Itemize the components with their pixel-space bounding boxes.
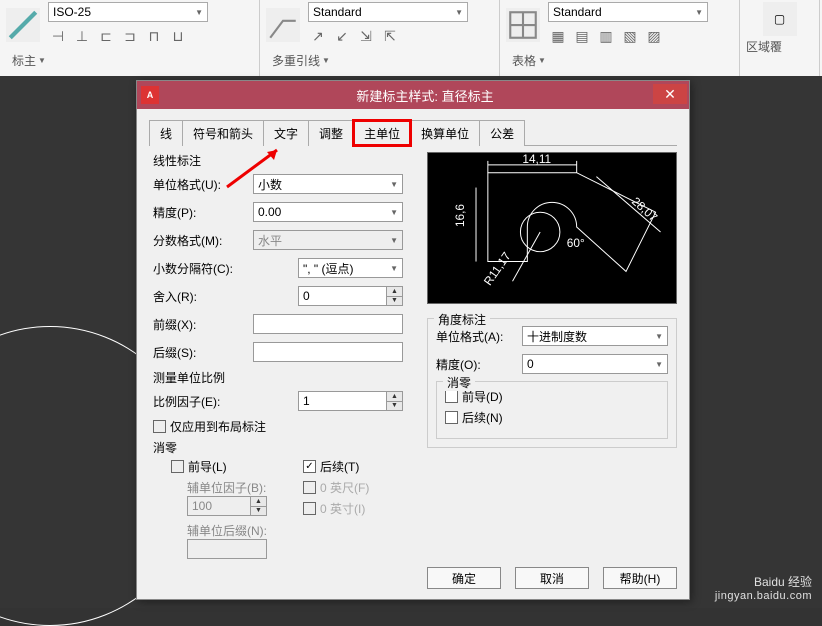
unit-format-select[interactable]: 小数▼: [253, 174, 403, 194]
fraction-label: 分数格式(M):: [153, 232, 253, 249]
dim-panel-icon[interactable]: [6, 8, 40, 42]
close-button[interactable]: ✕: [653, 84, 687, 104]
ml-tool-icon[interactable]: ⇲: [356, 26, 376, 46]
help-button[interactable]: 帮助(H): [603, 567, 677, 589]
suffix-input[interactable]: [253, 342, 403, 362]
prefix-input[interactable]: [253, 314, 403, 334]
leading-label: 前导(L): [188, 458, 227, 475]
ml-tool-icon[interactable]: ↙: [332, 26, 352, 46]
svg-text:60°: 60°: [567, 236, 585, 250]
subunit-suffix-label: 辅单位后缀(N):: [187, 522, 303, 539]
ml-label[interactable]: 多重引线: [272, 52, 320, 69]
region-icon[interactable]: ▢: [763, 2, 797, 36]
leading-checkbox: [171, 460, 184, 473]
subunit-factor-label: 辅单位因子(B):: [187, 479, 303, 496]
mlstyle-select[interactable]: Standard▼: [308, 2, 468, 22]
tablestyle-select[interactable]: Standard▼: [548, 2, 708, 22]
decimal-sep-label: 小数分隔符(C):: [153, 260, 253, 277]
tab-primary-units[interactable]: 主单位: [353, 120, 411, 146]
suffix-label: 后缀(S):: [153, 344, 253, 361]
dialog-title: 新建标主样式: 直径标主: [165, 86, 685, 105]
angle-precision-select[interactable]: 0▼: [522, 354, 668, 374]
angle-unit-label: 单位格式(A):: [436, 328, 522, 345]
decimal-sep-select[interactable]: ", " (逗点)▼: [298, 258, 403, 278]
scale-factor-spinner[interactable]: 1▲▼: [298, 391, 403, 411]
dimstyle-select[interactable]: ISO-25▼: [48, 2, 208, 22]
dim-tool-icon[interactable]: ⊏: [96, 26, 116, 46]
zero-inch-checkbox: [303, 502, 316, 515]
angle-zero-title: 消零: [443, 374, 475, 391]
dim-tool-icon[interactable]: ⊔: [168, 26, 188, 46]
zero-inch-label: 0 英寸(I): [320, 500, 365, 517]
angle-precision-label: 精度(O):: [436, 356, 522, 373]
svg-text:16,6: 16,6: [453, 204, 467, 227]
table-icon[interactable]: [506, 8, 540, 42]
layout-only-label: 仅应用到布局标注: [170, 418, 266, 435]
ok-button[interactable]: 确定: [427, 567, 501, 589]
scale-factor-label: 比例因子(E):: [153, 393, 253, 410]
mleader-icon[interactable]: [266, 8, 300, 42]
angle-trailing-checkbox[interactable]: [445, 411, 458, 424]
zero-feet-checkbox: [303, 481, 316, 494]
angle-trailing-label: 后续(N): [462, 409, 503, 426]
ml-tool-icon[interactable]: ↗: [308, 26, 328, 46]
tab-tolerance[interactable]: 公差: [479, 120, 525, 146]
tab-lines[interactable]: 线: [149, 120, 183, 146]
angle-unit-select[interactable]: 十进制度数▼: [522, 326, 668, 346]
subunit-factor-spinner: 100▲▼: [187, 496, 267, 516]
angle-leading-checkbox[interactable]: [445, 390, 458, 403]
trailing-label: 后续(T): [320, 458, 359, 475]
tab-text[interactable]: 文字: [263, 120, 309, 146]
prefix-label: 前缀(X):: [153, 316, 253, 333]
table-tool-icon[interactable]: ▦: [548, 26, 568, 46]
linear-group-label: 线性标注: [153, 152, 415, 169]
watermark-url: jingyan.baidu.com: [715, 590, 812, 602]
dim-tool-icon[interactable]: ⊣: [48, 26, 68, 46]
app-icon: A: [141, 86, 159, 104]
precision-label: 精度(P):: [153, 204, 253, 221]
tab-alt-units[interactable]: 换算单位: [410, 120, 480, 146]
region-label[interactable]: 区域覆: [746, 38, 782, 55]
titlebar: A 新建标主样式: 直径标主 ✕: [137, 81, 689, 109]
ml-tool-icon[interactable]: ⇱: [380, 26, 400, 46]
zero-group-label: 消零: [153, 439, 415, 456]
tab-symbols[interactable]: 符号和箭头: [182, 120, 264, 146]
precision-select[interactable]: 0.00▼: [253, 202, 403, 222]
round-spinner[interactable]: 0▲▼: [298, 286, 403, 306]
subunit-suffix-input: [187, 539, 267, 559]
unit-format-label: 单位格式(U):: [153, 176, 253, 193]
dim-label[interactable]: 标主: [12, 52, 36, 69]
fraction-select: 水平▼: [253, 230, 403, 250]
tab-strip: 线 符号和箭头 文字 调整 主单位 换算单位 公差: [149, 119, 677, 146]
preview-pane: 14,11 28,07 60° R11,17 16,6: [427, 152, 677, 304]
watermark: Baidu 经验 jingyan.baidu.com: [715, 573, 812, 602]
table-tool-icon[interactable]: ▥: [596, 26, 616, 46]
angle-group-title: 角度标注: [434, 311, 490, 328]
trailing-checkbox[interactable]: ✓: [303, 460, 316, 473]
zero-feet-label: 0 英尺(F): [320, 479, 369, 496]
cancel-button[interactable]: 取消: [515, 567, 589, 589]
dimstyle-dialog: A 新建标主样式: 直径标主 ✕ 线 符号和箭头 文字 调整 主单位 换算单位 …: [136, 80, 690, 600]
dim-tool-icon[interactable]: ⊥: [72, 26, 92, 46]
dim-tool-icon[interactable]: ⊓: [144, 26, 164, 46]
angle-zero-group: 消零 前导(D) 后续(N): [436, 381, 668, 439]
table-tool-icon[interactable]: ▤: [572, 26, 592, 46]
ribbon: ISO-25▼ ⊣ ⊥ ⊏ ⊐ ⊓ ⊔ 标主▼ Standard▼ ↗ ↙: [0, 0, 822, 76]
angle-groupbox: 角度标注 单位格式(A):十进制度数▼ 精度(O):0▼ 消零 前导(D) 后续…: [427, 318, 677, 448]
measure-group-label: 测量单位比例: [153, 369, 415, 386]
watermark-brand: Baidu 经验: [715, 573, 812, 590]
svg-text:14,11: 14,11: [522, 153, 551, 166]
layout-only-checkbox: [153, 420, 166, 433]
svg-text:R11,17: R11,17: [481, 249, 514, 288]
table-tool-icon[interactable]: ▧: [620, 26, 640, 46]
table-label[interactable]: 表格: [512, 52, 536, 69]
table-tool-icon[interactable]: ▨: [644, 26, 664, 46]
round-label: 舍入(R):: [153, 288, 253, 305]
dim-tool-icon[interactable]: ⊐: [120, 26, 140, 46]
tab-fit[interactable]: 调整: [308, 120, 354, 146]
